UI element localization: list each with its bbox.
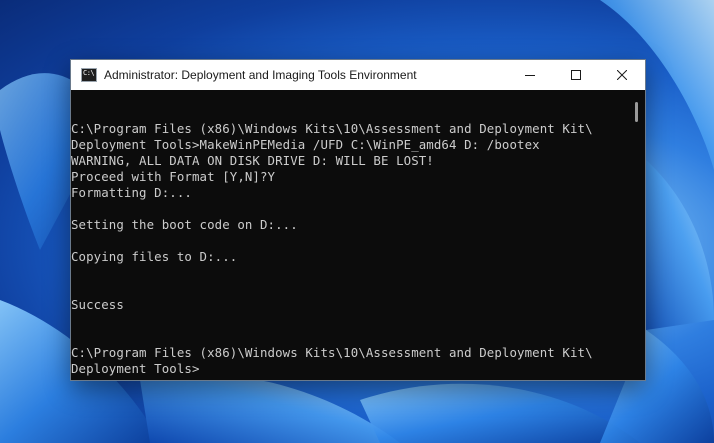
close-icon <box>617 70 627 80</box>
close-button[interactable] <box>599 60 645 90</box>
console-line: Copying files to D:... <box>71 249 238 264</box>
maximize-button[interactable] <box>553 60 599 90</box>
console-line: C:\Program Files (x86)\Windows Kits\10\A… <box>71 345 593 360</box>
console-icon-glyph: C:\ <box>83 69 95 77</box>
minimize-icon <box>525 75 535 76</box>
scrollbar-thumb[interactable] <box>635 102 638 122</box>
window-title: Administrator: Deployment and Imaging To… <box>104 68 417 82</box>
console-window[interactable]: C:\ Administrator: Deployment and Imagin… <box>70 59 646 381</box>
console-line: Success <box>71 297 124 312</box>
console-line: Proceed with Format [Y,N]?Y <box>71 169 276 184</box>
vertical-scrollbar[interactable] <box>628 90 645 380</box>
console-line: Formatting D:... <box>71 185 192 200</box>
console-line: WARNING, ALL DATA ON DISK DRIVE D: WILL … <box>71 153 434 168</box>
maximize-icon <box>571 70 581 80</box>
console-icon[interactable]: C:\ <box>81 68 97 82</box>
console-prompt: Deployment Tools> <box>71 361 200 376</box>
console-line: C:\Program Files (x86)\Windows Kits\10\A… <box>71 121 593 136</box>
minimize-button[interactable] <box>507 60 553 90</box>
console-line: Deployment Tools>MakeWinPEMedia /UFD C:\… <box>71 137 540 152</box>
console-line: Setting the boot code on D:... <box>71 217 298 232</box>
title-bar[interactable]: C:\ Administrator: Deployment and Imagin… <box>71 60 645 90</box>
console-output[interactable]: C:\Program Files (x86)\Windows Kits\10\A… <box>71 90 629 380</box>
